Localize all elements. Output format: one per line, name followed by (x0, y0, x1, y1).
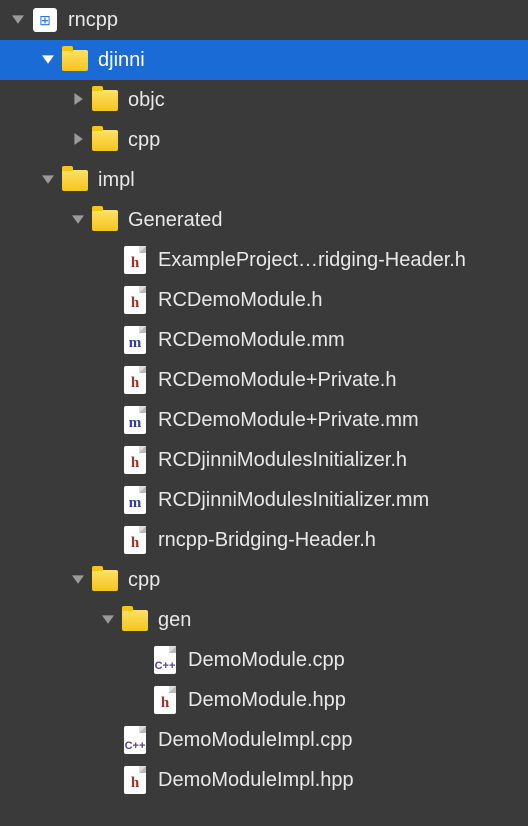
cpp-file-icon: C++ (152, 647, 178, 673)
tree-item-label: Generated (128, 209, 223, 232)
tree-file-row[interactable]: h DemoModuleImpl.hpp (0, 760, 528, 800)
disclosure-spacer (102, 453, 116, 467)
tree-file-row[interactable]: h RCDjinniModulesInitializer.h (0, 440, 528, 480)
tree-folder-row[interactable]: impl (0, 160, 528, 200)
tree-file-row[interactable]: h rncpp-Bridging-Header.h (0, 520, 528, 560)
disclosure-spacer (102, 533, 116, 547)
disclosure-spacer (102, 733, 116, 747)
disclosure-spacer (102, 413, 116, 427)
tree-item-label: rncpp (68, 9, 118, 32)
tree-folder-row[interactable]: cpp (0, 560, 528, 600)
tree-item-label: gen (158, 609, 191, 632)
tree-folder-row[interactable]: Generated (0, 200, 528, 240)
disclosure-triangle-icon[interactable] (72, 133, 86, 147)
disclosure-triangle-icon[interactable] (42, 53, 56, 67)
disclosure-spacer (102, 253, 116, 267)
tree-item-label: RCDjinniModulesInitializer.h (158, 449, 407, 472)
tree-item-label: rncpp-Bridging-Header.h (158, 529, 376, 552)
disclosure-spacer (132, 653, 146, 667)
tree-file-row[interactable]: m RCDemoModule.mm (0, 320, 528, 360)
tree-file-row[interactable]: h RCDemoModule.h (0, 280, 528, 320)
tree-folder-row[interactable]: objc (0, 80, 528, 120)
tree-item-label: objc (128, 89, 165, 112)
disclosure-spacer (102, 493, 116, 507)
tree-item-label: RCDemoModule+Private.mm (158, 409, 419, 432)
objc-impl-file-icon: m (122, 327, 148, 353)
header-file-icon: h (122, 367, 148, 393)
tree-item-label: DemoModule.hpp (188, 689, 346, 712)
xcode-project-icon: ⊞ (32, 7, 58, 33)
header-file-icon: h (122, 447, 148, 473)
disclosure-spacer (102, 333, 116, 347)
tree-item-label: impl (98, 169, 135, 192)
tree-file-row[interactable]: h DemoModule.hpp (0, 680, 528, 720)
disclosure-triangle-icon[interactable] (72, 93, 86, 107)
tree-file-row[interactable]: h RCDemoModule+Private.h (0, 360, 528, 400)
disclosure-spacer (132, 693, 146, 707)
folder-icon (62, 47, 88, 73)
tree-file-row[interactable]: h ExampleProject…ridging-Header.h (0, 240, 528, 280)
tree-folder-row[interactable]: djinni (0, 40, 528, 80)
tree-item-label: RCDemoModule+Private.h (158, 369, 396, 392)
folder-icon (122, 607, 148, 633)
tree-item-label: DemoModuleImpl.cpp (158, 729, 353, 752)
folder-icon (92, 87, 118, 113)
objc-impl-file-icon: m (122, 407, 148, 433)
folder-icon (62, 167, 88, 193)
tree-file-row[interactable]: C++ DemoModule.cpp (0, 640, 528, 680)
tree-item-label: ExampleProject…ridging-Header.h (158, 249, 466, 272)
disclosure-triangle-icon[interactable] (102, 613, 116, 627)
tree-item-label: RCDjinniModulesInitializer.mm (158, 489, 429, 512)
header-file-icon: h (122, 247, 148, 273)
tree-folder-row[interactable]: gen (0, 600, 528, 640)
tree-item-label: RCDemoModule.h (158, 289, 323, 312)
header-file-icon: h (122, 767, 148, 793)
disclosure-triangle-icon[interactable] (72, 213, 86, 227)
file-navigator-tree[interactable]: ⊞ rncpp djinni objc cpp impl Generated h Example… (0, 0, 528, 800)
tree-file-row[interactable]: C++ DemoModuleImpl.cpp (0, 720, 528, 760)
tree-item-label: cpp (128, 129, 160, 152)
folder-icon (92, 567, 118, 593)
disclosure-spacer (102, 773, 116, 787)
header-file-icon: h (122, 287, 148, 313)
tree-item-label: cpp (128, 569, 160, 592)
disclosure-triangle-icon[interactable] (72, 573, 86, 587)
cpp-file-icon: C++ (122, 727, 148, 753)
tree-item-label: DemoModuleImpl.hpp (158, 769, 354, 792)
header-file-icon: h (122, 527, 148, 553)
disclosure-spacer (102, 293, 116, 307)
tree-file-row[interactable]: m RCDjinniModulesInitializer.mm (0, 480, 528, 520)
tree-item-label: djinni (98, 49, 145, 72)
disclosure-spacer (102, 373, 116, 387)
tree-item-label: RCDemoModule.mm (158, 329, 345, 352)
tree-folder-row[interactable]: cpp (0, 120, 528, 160)
folder-icon (92, 127, 118, 153)
header-file-icon: h (152, 687, 178, 713)
objc-impl-file-icon: m (122, 487, 148, 513)
folder-icon (92, 207, 118, 233)
disclosure-triangle-icon[interactable] (42, 173, 56, 187)
tree-folder-row[interactable]: ⊞ rncpp (0, 0, 528, 40)
disclosure-triangle-icon[interactable] (12, 13, 26, 27)
tree-file-row[interactable]: m RCDemoModule+Private.mm (0, 400, 528, 440)
tree-item-label: DemoModule.cpp (188, 649, 345, 672)
